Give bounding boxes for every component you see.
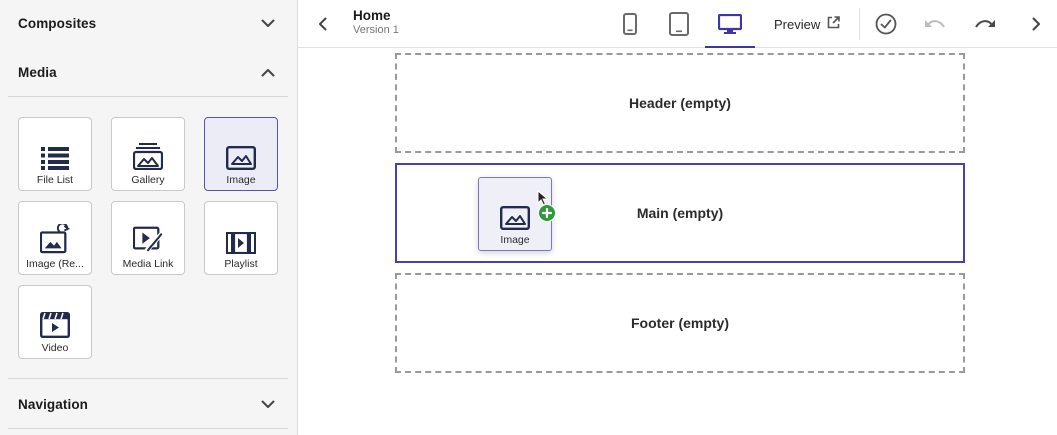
redo-icon[interactable] <box>972 0 998 48</box>
media-item-image[interactable]: Image <box>204 117 278 191</box>
file-list-icon <box>40 140 70 170</box>
tile-label: Gallery <box>131 174 165 186</box>
video-icon <box>40 308 70 338</box>
toolbar-separator <box>859 8 860 40</box>
tile-label: File List <box>36 174 74 186</box>
section-media[interactable]: Media <box>0 49 297 95</box>
editor-toolbar: Home Version 1 Preview <box>298 0 1057 48</box>
desktop-icon[interactable] <box>716 0 744 48</box>
media-item-image-responsive[interactable]: Image (Re... <box>18 201 92 275</box>
image-icon <box>500 200 530 230</box>
playlist-icon <box>226 224 256 254</box>
section-composites-title: Composites <box>18 15 97 31</box>
back-chevron-icon[interactable] <box>310 0 334 48</box>
tile-label: Playlist <box>224 258 258 270</box>
gallery-icon <box>133 140 163 170</box>
header-dropzone[interactable]: Header (empty) <box>395 53 965 153</box>
tile-label: Video <box>41 342 69 354</box>
image-icon <box>226 140 256 170</box>
plus-icon <box>538 204 556 222</box>
media-link-icon <box>133 224 163 254</box>
chevron-up-icon[interactable] <box>257 61 279 83</box>
divider <box>8 428 288 429</box>
page-title: Home <box>353 8 391 23</box>
tile-label: Media Link <box>122 258 174 270</box>
preview-label: Preview <box>774 16 821 32</box>
component-sidebar: Composites Media File List Gallery Image… <box>0 0 298 435</box>
tile-label: Image (Re... <box>26 258 84 270</box>
section-composites[interactable]: Composites <box>0 0 297 46</box>
page-builder: Composites Media File List Gallery Image… <box>0 0 1057 435</box>
media-item-playlist[interactable]: Playlist <box>204 201 278 275</box>
forward-chevron-icon[interactable] <box>1024 0 1048 48</box>
media-item-file-list[interactable]: File List <box>18 117 92 191</box>
chevron-down-icon[interactable] <box>257 12 279 34</box>
divider <box>8 378 288 379</box>
footer-dropzone[interactable]: Footer (empty) <box>395 273 965 373</box>
media-item-gallery[interactable]: Gallery <box>111 117 185 191</box>
page-canvas: Header (empty) Main (empty) Footer (empt… <box>298 48 1057 435</box>
divider <box>8 96 288 97</box>
undo-icon[interactable] <box>922 0 948 48</box>
media-item-video[interactable]: Video <box>18 285 92 359</box>
check-circle-icon[interactable] <box>873 0 899 48</box>
section-navigation[interactable]: Navigation <box>0 381 297 427</box>
page-version: Version 1 <box>353 24 399 36</box>
external-link-icon <box>827 16 841 32</box>
section-media-title: Media <box>18 64 57 80</box>
drag-ghost-label: Image <box>500 234 530 246</box>
phone-icon[interactable] <box>616 0 644 48</box>
preview-button[interactable]: Preview <box>774 0 841 48</box>
tablet-icon[interactable] <box>664 0 694 48</box>
section-navigation-title: Navigation <box>18 396 89 412</box>
chevron-down-icon[interactable] <box>257 393 279 415</box>
tile-label: Image <box>226 174 256 186</box>
media-item-media-link[interactable]: Media Link <box>111 201 185 275</box>
image-responsive-icon <box>40 224 70 254</box>
